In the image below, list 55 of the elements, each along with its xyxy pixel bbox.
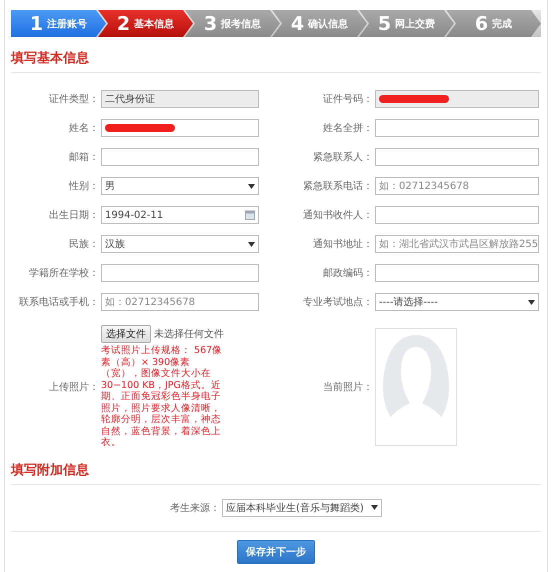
field-label: 紧急联系人： xyxy=(312,150,373,164)
progress-step: 1 注册账号 xyxy=(11,10,106,37)
field-label: 考生来源： xyxy=(170,502,220,514)
field-label: 姓名全拼： xyxy=(322,122,373,135)
field-label: 民族： xyxy=(68,238,99,251)
field-label: 邮箱： xyxy=(68,150,99,164)
field-label: 专业考试地点： xyxy=(302,296,373,309)
field-label: 联系电话或手机： xyxy=(18,296,99,309)
select-field[interactable]: 应届本科毕业生(音乐与舞蹈类) xyxy=(222,498,382,516)
choose-file-button[interactable]: 选择文件 xyxy=(101,325,151,343)
progress-step: 4 确认信息 xyxy=(272,10,367,37)
input-field[interactable]: 二代身份证 xyxy=(101,90,259,108)
input-field[interactable]: 如：02712345678 xyxy=(101,293,259,311)
progress-step: 3 报考信息 xyxy=(185,10,280,37)
section-title: 填写基本信息 xyxy=(11,37,541,73)
progress-step: 2 基本信息 xyxy=(98,10,193,37)
date-field[interactable]: 1994-02-11 xyxy=(101,206,259,224)
input-field[interactable] xyxy=(375,206,539,224)
field-label: 姓名： xyxy=(68,122,99,135)
input-field[interactable] xyxy=(101,264,259,282)
input-field[interactable] xyxy=(375,119,539,137)
calendar-icon xyxy=(245,210,255,220)
input-field[interactable]: 如：湖北省武汉市武昌区解放路255 xyxy=(375,235,539,253)
field-label: 学籍所在学校： xyxy=(28,266,99,280)
progress-step: 6 完成 xyxy=(446,10,541,37)
field-label: 证件号码： xyxy=(322,93,373,106)
input-field[interactable] xyxy=(101,148,259,166)
redaction-mark xyxy=(379,95,449,103)
dropdown-caret-icon xyxy=(371,505,378,510)
field-label: 出生日期： xyxy=(48,208,99,222)
dropdown-caret-icon xyxy=(528,300,535,304)
redaction-mark xyxy=(105,124,175,132)
progress-step: 5 网上交费 xyxy=(359,10,454,37)
input-field[interactable] xyxy=(375,264,539,282)
field-label: 当前照片： xyxy=(322,380,373,394)
field-label: 证件类型： xyxy=(48,92,99,106)
field-label: 通知书地址： xyxy=(312,238,373,251)
field-label: 通知书收件人： xyxy=(302,208,373,222)
input-field[interactable] xyxy=(375,148,539,166)
dropdown-caret-icon xyxy=(248,184,255,188)
input-field[interactable] xyxy=(101,119,259,137)
section-title: 填写附加信息 xyxy=(11,448,541,484)
input-field[interactable]: 如：02712345678 xyxy=(375,177,539,195)
select-field[interactable]: 汉族 xyxy=(101,235,259,253)
input-field[interactable] xyxy=(375,90,539,108)
file-status: 未选择任何文件 xyxy=(154,328,224,341)
field-label: 上传照片： xyxy=(48,380,99,394)
save-next-button[interactable]: 保存并下一步 xyxy=(237,540,315,564)
field-label: 性别： xyxy=(68,180,99,193)
select-field[interactable]: 男 xyxy=(101,177,259,195)
upload-hint: 考试照片上传规格： 567像素（高）× 390像素（宽），图像文件大小在30−100 KB，JPG格式。近期、正面免冠彩色半身电子照片，照片要求人像清晰，轮廓分明，层次丰富，神态自然，蓝色背景，着深色上衣。 xyxy=(101,345,224,448)
dropdown-caret-icon xyxy=(248,242,255,246)
select-field[interactable]: ----请选择---- xyxy=(375,293,539,311)
field-label: 紧急联系电话： xyxy=(302,180,373,193)
field-label: 邮政编码： xyxy=(322,266,373,280)
